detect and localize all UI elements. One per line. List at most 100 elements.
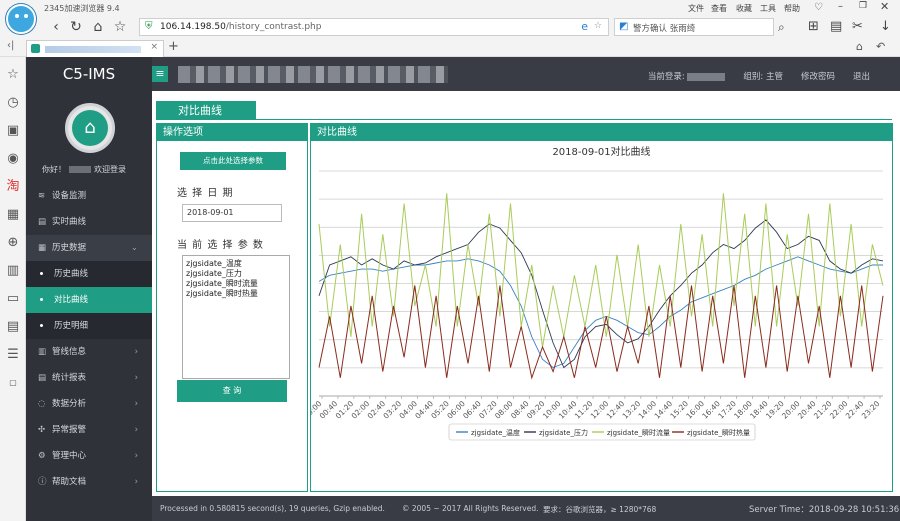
apps-icon[interactable]: ⊞ (808, 19, 819, 34)
chevron-right-icon: › (134, 373, 138, 383)
star-icon[interactable]: ☆ (112, 19, 128, 35)
menu-help[interactable]: 帮助 (784, 3, 800, 14)
tab-bar: ‹| × + ⌂ ↶ (0, 38, 900, 57)
sidebar-item-realtime-curve[interactable]: ▤ 实时曲线 (26, 209, 152, 235)
calculator-icon[interactable]: ▤ (5, 319, 21, 335)
undo-icon[interactable]: ↶ (876, 40, 885, 53)
help-icon: ⓘ (38, 477, 47, 487)
search-engine-icon: ◩ (619, 21, 629, 32)
list-item: zjgsidate_瞬时热量 (186, 289, 258, 298)
sidebar-sub-history-detail[interactable]: 历史明细 (26, 313, 152, 339)
collapse-icon[interactable]: ‹| (7, 40, 14, 51)
params-list[interactable]: zjgsidate_温度 zjgsidate_压力 zjgsidate_瞬时流量… (182, 255, 290, 379)
menu-file[interactable]: 文件 (688, 3, 704, 14)
avatar: ⌂ (65, 103, 115, 153)
list-item: zjgsidate_压力 (186, 269, 242, 278)
favorites-icon[interactable]: ☆ (5, 67, 21, 83)
group-label: 组别: 主管 (743, 72, 783, 82)
footer-requirement: 要求：谷歌浏览器，≥ 1280*768 (543, 505, 657, 514)
scissors-icon[interactable]: ✂ (852, 19, 863, 34)
skin-icon[interactable]: ♡ (814, 2, 823, 13)
browser-titlebar: 2345加速浏览器 9.4 ‹ ↻ ⌂ ☆ ⛨ 106.14.198.50/hi… (0, 0, 900, 38)
contrast-chart: 2018-09-01对比曲线00:0000:4001:2002:0002:400… (311, 145, 884, 441)
home-wifi-icon: ⌂ (72, 110, 108, 146)
notes-icon[interactable]: ☰ (5, 347, 21, 363)
film-icon[interactable]: ▥ (5, 263, 21, 279)
footer-copyright: © 2005 ~ 2017 All Rights Reserved. (402, 504, 539, 513)
date-field[interactable]: 2018-09-01 (182, 204, 282, 222)
star-outline-icon[interactable]: ☆ (594, 21, 602, 31)
reload-icon[interactable]: ↻ (68, 19, 84, 35)
sidebar-item-data-analysis[interactable]: ◌ 数据分析 › (26, 391, 152, 417)
query-button[interactable]: 查 询 (177, 380, 287, 402)
browser-logo (6, 4, 36, 34)
footer-server-time: Server Time：2018-09-28 10:51:36 (749, 505, 900, 515)
minimize-icon[interactable]: – (838, 1, 843, 12)
url-text: 106.14.198.50/history_contrast.php (160, 22, 322, 32)
sidebar-item-help[interactable]: ⓘ 帮助文档 › (26, 469, 152, 495)
chevron-right-icon: › (134, 399, 138, 409)
footer-processed: Processed in 0.580815 second(s), 19 quer… (160, 504, 385, 513)
pipe-icon: ▥ (38, 347, 47, 357)
menu-view[interactable]: 查看 (711, 3, 727, 14)
title-divider (156, 119, 892, 120)
maximize-icon[interactable]: ❐ (859, 1, 867, 11)
tab-close-icon[interactable]: × (150, 42, 158, 52)
chart-title: 2018-09-01对比曲线 (552, 145, 650, 158)
sidebar-item-history-data[interactable]: ▦ 历史数据 ⌄ (26, 235, 152, 261)
list-item: zjgsidate_温度 (186, 259, 242, 268)
sidebar-item-admin[interactable]: ⚙ 管理中心 › (26, 443, 152, 469)
gamepad-icon[interactable]: ⊕ (5, 235, 21, 251)
ops-panel: 操作选项 点击此处选择参数 选 择 日 期 2018-09-01 当 前 选 择… (156, 123, 308, 492)
download-icon[interactable]: ↓ (880, 19, 891, 34)
home-icon[interactable]: ⌂ (90, 19, 106, 35)
tv-icon[interactable]: ▭ (5, 291, 21, 307)
sidebar-sub-history-curve[interactable]: 历史曲线 (26, 261, 152, 287)
new-tab-icon[interactable]: + (168, 39, 179, 54)
sidebar-item-device-monitor[interactable]: ≋ 设备监测 (26, 183, 152, 209)
header-user-area: 当前登录: 组别: 主管 修改密码 退出 (648, 70, 870, 82)
shield-icon: ⛨ (145, 21, 153, 32)
main-content: 对比曲线 操作选项 点击此处选择参数 选 择 日 期 2018-09-01 当 … (152, 91, 900, 496)
series-line-1 (318, 219, 884, 369)
user-name-blurred (687, 72, 726, 81)
desktop-icon[interactable]: ▢ (5, 375, 21, 391)
search-button-icon[interactable]: ⌕ (778, 20, 785, 35)
chevron-right-icon: › (134, 451, 138, 461)
sidebar-item-alarm[interactable]: ✣ 异常报警 › (26, 417, 152, 443)
select-params-button[interactable]: 点击此处选择参数 (180, 152, 286, 170)
browser-title: 2345加速浏览器 9.4 (44, 4, 120, 13)
address-bar[interactable]: ⛨ 106.14.198.50/history_contrast.php e ☆ (139, 18, 609, 36)
browser-side-rail: ☆ ◷ ▣ ◉ 淘 ▦ ⊕ ▥ ▭ ▤ ☰ ▢ (0, 57, 26, 521)
menu-toggle-icon[interactable]: ≡ (152, 66, 168, 82)
news-icon[interactable]: ▣ (5, 123, 21, 139)
report-icon: ▤ (38, 373, 47, 383)
menu-favorites[interactable]: 收藏 (736, 3, 752, 14)
analysis-icon: ◌ (38, 399, 46, 409)
history-icon[interactable]: ◷ (5, 95, 21, 111)
change-password-link[interactable]: 修改密码 (801, 70, 835, 82)
ie-icon[interactable]: e (581, 20, 588, 33)
calendar-rail-icon[interactable]: ▦ (5, 207, 21, 223)
search-input[interactable]: ◩ 警方确认 张雨绮 (614, 18, 774, 36)
greeting: 你好！ 欢迎登录 (42, 165, 126, 174)
taobao-icon[interactable]: 淘 (5, 179, 21, 195)
reader-icon[interactable]: ▤ (830, 19, 842, 34)
restore-tab-icon[interactable]: ⌂ (856, 40, 863, 53)
close-icon[interactable]: ✕ (880, 0, 889, 13)
sidebar-sub-contrast-curve[interactable]: 对比曲线 (26, 287, 152, 313)
sidebar-item-pipe-info[interactable]: ▥ 管线信息 › (26, 339, 152, 365)
list-item: zjgsidate_瞬时流量 (186, 279, 258, 288)
sidebar-item-stat-report[interactable]: ▤ 统计报表 › (26, 365, 152, 391)
sidebar: ⌂ 你好！ 欢迎登录 ≋ 设备监测 ▤ 实时曲线 ▦ 历史数据 ⌄ 历史曲线 对比曲线 历… (26, 91, 152, 521)
chevron-right-icon: › (134, 425, 138, 435)
legend-label-3: zjgsidate_瞬时热量 (687, 428, 750, 437)
chart-icon: ▤ (38, 217, 47, 227)
menu-tools[interactable]: 工具 (760, 3, 776, 14)
header-title-blurred (178, 66, 448, 83)
legend-label-1: zjgsidate_压力 (539, 428, 588, 437)
weibo-icon[interactable]: ◉ (5, 151, 21, 167)
logout-link[interactable]: 退出 (853, 70, 870, 82)
tab-active[interactable]: × (26, 40, 164, 57)
back-icon[interactable]: ‹ (48, 19, 64, 35)
